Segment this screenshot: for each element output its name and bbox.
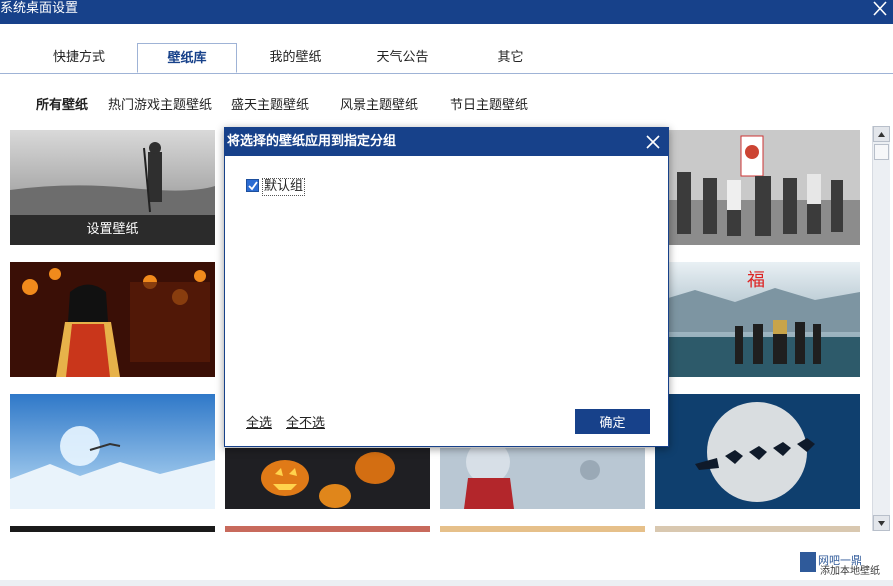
window-title: 系统桌面设置 [0,1,79,16]
tab-other[interactable]: 其它 [458,43,563,72]
category-scenery[interactable]: 风景主题壁纸 [340,94,418,118]
tab-my-wallpapers[interactable]: 我的壁纸 [243,43,348,72]
wallpaper-tile[interactable] [10,394,215,509]
wallpaper-snow-globe [440,448,645,509]
wallpaper-tile[interactable]: 福 [655,262,860,377]
wallpaper-tile[interactable] [10,526,215,532]
wallpaper-red-partial [225,526,430,532]
group-checkbox[interactable] [246,179,259,192]
scroll-down-button[interactable] [873,515,890,531]
select-none-link[interactable]: 全不选 [286,412,325,431]
category-all[interactable]: 所有壁纸 [36,94,88,118]
add-local-wallpaper-label[interactable]: 添加本地壁纸 [820,562,880,577]
set-wallpaper-caption[interactable]: 设置壁纸 [10,215,215,245]
wallpaper-tile[interactable] [10,262,215,377]
apply-to-group-dialog: 将选择的壁纸应用到指定分组 默认组 全选 全不选 确定 [224,127,669,447]
brand-logo-icon [800,552,816,572]
close-icon[interactable] [871,0,889,18]
tab-bar: 快捷方式 壁纸库 我的壁纸 天气公告 其它 [0,43,893,74]
wallpaper-tile[interactable] [655,130,860,245]
wallpaper-pumpkins [225,448,430,509]
wallpaper-gold-partial [440,526,645,532]
wallpaper-santa-moon [655,394,860,509]
ok-button[interactable]: 确定 [575,409,650,434]
watermark: 网吧一鼎 添加本地壁纸 [800,548,890,578]
wallpaper-tile[interactable] [225,448,430,509]
category-holiday[interactable]: 节日主题壁纸 [450,94,528,118]
wallpaper-lantern-girl [10,262,215,377]
scroll-thumb[interactable] [874,144,889,160]
wallpaper-waterfall-group: 福 [655,262,860,377]
wallpaper-tile[interactable] [655,394,860,509]
wallpaper-tile[interactable] [225,526,430,532]
select-all-link[interactable]: 全选 [246,412,272,431]
wallpaper-assassins [655,130,860,245]
group-label[interactable]: 默认组 [262,178,306,196]
checkmark-icon [248,181,258,191]
wallpaper-dark-partial [10,526,215,532]
tab-weather-notice[interactable]: 天气公告 [350,43,455,72]
scroll-up-button[interactable] [873,126,890,142]
triangle-up-icon [878,132,885,137]
triangle-down-icon [878,521,885,526]
tab-shortcuts[interactable]: 快捷方式 [24,43,134,72]
title-bar: 系统桌面设置 [0,0,893,24]
wallpaper-tile[interactable] [655,526,860,532]
wallpaper-snow-moon [10,394,215,509]
svg-text:福: 福 [747,270,765,291]
bottom-strip [0,580,893,586]
wallpaper-tile[interactable]: 设置壁纸 [10,130,215,245]
tab-wallpaper-library[interactable]: 壁纸库 [137,43,237,73]
vertical-scrollbar[interactable] [872,126,890,531]
wallpaper-tile[interactable] [440,448,645,509]
category-hot-games[interactable]: 热门游戏主题壁纸 [108,94,212,118]
wallpaper-beige-partial [655,526,860,532]
dialog-title: 将选择的壁纸应用到指定分组 [225,128,668,156]
close-icon[interactable] [644,133,662,151]
wallpaper-tile[interactable] [440,526,645,532]
category-shengtian[interactable]: 盛天主题壁纸 [231,94,309,118]
